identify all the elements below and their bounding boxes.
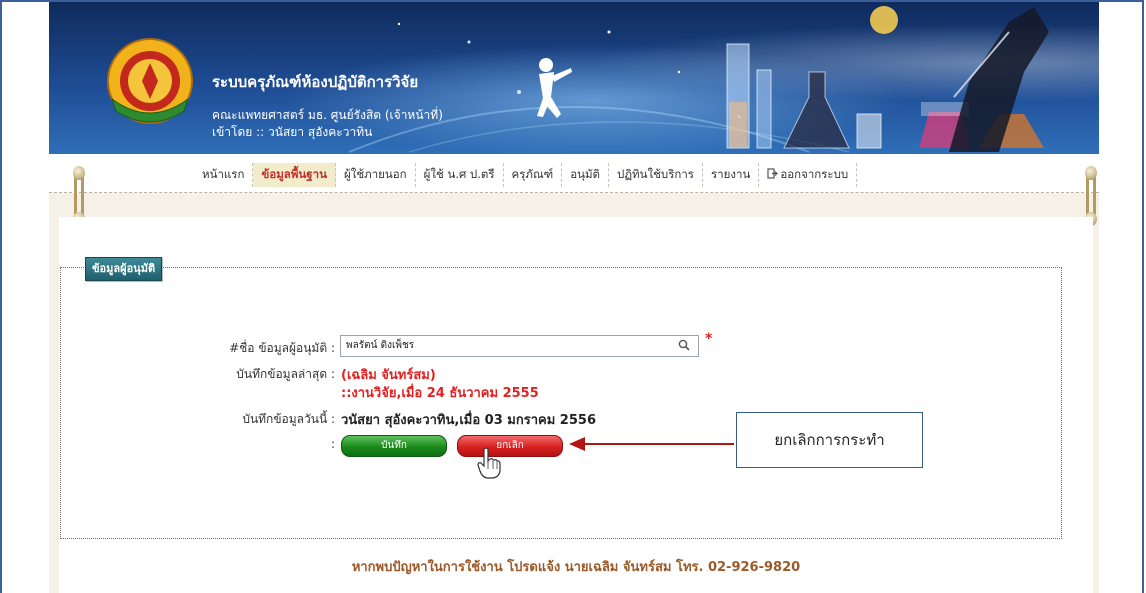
- right-ring-top: [1085, 166, 1097, 180]
- nav-item-undergrad-users[interactable]: ผู้ใช้ น.ศ ป.ตรี: [416, 163, 504, 187]
- pointer-arrow-icon: [569, 437, 734, 451]
- hand-pointer-icon: [477, 447, 501, 479]
- logged-in-user: เข้าโดย :: วนัสยา สุอังคะวาทิน: [212, 125, 373, 139]
- approver-name-label: #ชื่อ ข้อมูลผู้อนุมัติ :: [229, 341, 335, 355]
- logout-icon: [767, 168, 779, 179]
- nav-item-basic-data[interactable]: ข้อมูลพื้นฐาน: [253, 163, 336, 187]
- page-container: ระบบครุภัณฑ์ห้องปฏิบัติการวิจัย คณะแพทยศ…: [49, 2, 1099, 593]
- approver-form-panel: ข้อมูลผู้อนุมัติ: [60, 257, 1062, 539]
- today-saved-label: บันทึกข้อมูลวันนี้ :: [242, 412, 335, 426]
- nav-item-reports[interactable]: รายงาน: [703, 163, 760, 187]
- header-banner: ระบบครุภัณฑ์ห้องปฏิบัติการวิจัย คณะแพทยศ…: [49, 2, 1099, 154]
- search-icon[interactable]: [678, 339, 690, 351]
- nav-item-equipment[interactable]: ครุภัณฑ์: [504, 163, 563, 187]
- cancel-button[interactable]: ยกเลิก: [457, 435, 563, 457]
- panel-legend: ข้อมูลผู้อนุมัติ: [85, 257, 163, 281]
- content-area: ข้อมูลผู้อนุมัติ #ชื่อ ข้อมูลผู้อนุมัติ …: [59, 217, 1093, 593]
- nav-item-external-users[interactable]: ผู้ใช้ภายนอก: [336, 163, 416, 187]
- last-saved-info: ::งานวิจัย,เมื่อ 24 ธันวาคม 2555: [341, 386, 539, 401]
- university-seal-icon: [107, 38, 193, 124]
- nav-item-service-calendar[interactable]: ปฏิทินใช้บริการ: [609, 163, 703, 187]
- last-saved-label: บันทึกข้อมูลล่าสุด :: [236, 367, 335, 381]
- logout-label: ออกจากระบบ: [780, 167, 849, 181]
- approver-name-select[interactable]: พลรัตน์ ดิงเพ็ชร: [340, 335, 699, 357]
- left-ring-top: [73, 166, 85, 180]
- button-row-colon: :: [330, 437, 335, 451]
- footer-contact: หากพบปัญหาในการใช้งาน โปรดแจ้ง นายเฉลิม …: [351, 560, 801, 575]
- save-button[interactable]: บันทึก: [341, 435, 447, 457]
- approver-name-value: พลรัตน์ ดิงเพ็ชร: [346, 340, 415, 351]
- annotation-callout: ยกเลิกการกระทำ: [736, 412, 923, 468]
- banner-artwork: [348, 6, 1049, 153]
- main-nav-bar: หน้าแรก ข้อมูลพื้นฐาน ผู้ใช้ภายนอก ผู้ใช…: [49, 154, 1099, 193]
- system-title: ระบบครุภัณฑ์ห้องปฏิบัติการวิจัย: [212, 73, 419, 91]
- nav-item-logout[interactable]: ออกจากระบบ: [759, 163, 858, 187]
- nav-item-home[interactable]: หน้าแรก: [194, 163, 254, 187]
- nav-item-approval[interactable]: อนุมัติ: [562, 163, 610, 187]
- required-asterisk: *: [705, 331, 713, 347]
- today-saved-value: วนัสยา สุอังคะวาทิน,เมื่อ 03 มกราคม 2556: [341, 413, 596, 428]
- nav-menu: หน้าแรก ข้อมูลพื้นฐาน ผู้ใช้ภายนอก ผู้ใช…: [194, 163, 858, 187]
